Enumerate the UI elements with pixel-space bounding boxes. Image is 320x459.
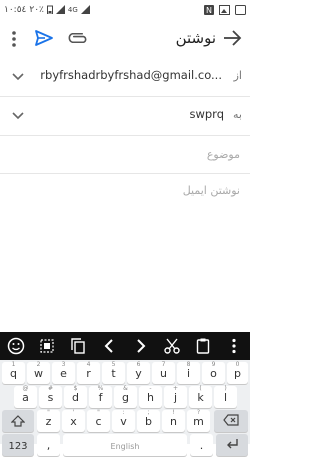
clock: ١٠:٥٤ [4,4,27,15]
backspace-icon [223,414,239,426]
copy-icon[interactable] [68,336,88,356]
key-p[interactable]: 0p [227,361,248,384]
to-input[interactable]: swprq [189,107,224,121]
enter-icon [225,438,239,450]
comma-key[interactable]: , [37,434,60,456]
from-row: rbyfrshadrbyfrshad@gmail.co... از [0,57,250,97]
key-l[interactable]: ) l [214,385,237,408]
from-label: از [233,69,242,82]
key-f[interactable]: % f [89,385,112,408]
key-q[interactable]: 1q [2,361,25,384]
signal-icon [55,5,65,14]
subject-placeholder: موضوع [206,148,240,161]
to-label: به [233,108,242,121]
more-vert-icon[interactable] [224,336,244,356]
status-left: ١٠:٥٤ ٢٠٪ 4G [4,5,90,15]
key-m[interactable]: ? m [187,409,210,432]
attach-icon[interactable] [68,28,88,48]
key-n[interactable]: ! n [162,409,185,432]
key-e[interactable]: 3e [52,361,75,384]
more-vert-icon[interactable] [6,29,22,49]
status-right: N [204,4,246,15]
keyboard-row-2: @ a # s $ d % f & g -h + j (k ) l [0,385,250,410]
paste-icon[interactable] [193,336,213,356]
key-k[interactable]: (k [189,385,212,408]
chevron-down-icon[interactable] [10,108,26,124]
key-s[interactable]: # s [39,385,62,408]
app-bar: نوشتن [0,19,250,59]
subject-field[interactable]: موضوع [0,136,250,174]
keyboard-row-1: 1q 2w 3e 4r 5t 6y 7u 8i 9o 0p [0,361,250,386]
keyboard-row-3: " z ' x " c :v ; b ! n ? m [0,409,250,434]
key-y[interactable]: 6y [127,361,150,384]
cast-icon [235,4,246,15]
cursor-right-icon[interactable] [131,336,151,356]
from-address[interactable]: rbyfrshadrbyfrshad@gmail.co... [40,68,222,82]
send-icon[interactable] [34,28,54,48]
signal-icon-2 [80,5,90,14]
to-row: swprq به [0,96,250,136]
chevron-down-icon[interactable] [10,69,26,85]
back-arrow-icon[interactable] [222,28,242,48]
battery-icon [46,5,53,14]
keyboard-toolbar [0,332,250,360]
svg-text:N: N [206,6,212,15]
key-c[interactable]: " c [87,409,110,432]
notification-icon: N [204,4,214,15]
symbols-key[interactable]: 123 [2,434,34,456]
emoji-icon[interactable] [6,336,26,356]
status-bar: ١٠:٥٤ ٢٠٪ 4G N [0,0,250,19]
key-i[interactable]: 8i [177,361,200,384]
key-u[interactable]: 7u [152,361,175,384]
key-a[interactable]: @ a [14,385,37,408]
enter-key[interactable] [216,434,248,456]
key-b[interactable]: ; b [137,409,160,432]
network-type: 4G [67,5,78,14]
body-placeholder[interactable]: نوشتن ایمیل [183,184,240,197]
key-z[interactable]: " z [37,409,60,432]
key-t[interactable]: 5t [102,361,125,384]
keyboard-row-4: 123 , English . [0,434,250,456]
key-w[interactable]: 2w [27,361,50,384]
key-x[interactable]: ' x [62,409,85,432]
key-g[interactable]: & g [114,385,137,408]
key-d[interactable]: $ d [64,385,87,408]
key-o[interactable]: 9o [202,361,225,384]
period-key[interactable]: . [190,434,213,456]
battery-percent: ٢٠٪ [29,4,44,15]
keyboard: 1q 2w 3e 4r 5t 6y 7u 8i 9o 0p @ a # s $ d %… [0,360,250,456]
shift-key[interactable] [2,410,34,432]
cursor-left-icon[interactable] [99,336,119,356]
key-h[interactable]: -h [139,385,162,408]
key-v[interactable]: :v [112,409,135,432]
key-r[interactable]: 4r [77,361,100,384]
shift-icon [11,414,25,428]
space-bar[interactable]: English [63,434,187,456]
image-icon [219,4,230,15]
page-title: نوشتن [175,29,216,47]
select-all-icon[interactable] [37,336,57,356]
key-j[interactable]: + j [164,385,187,408]
backspace-key[interactable] [214,410,248,432]
cut-icon[interactable] [162,336,182,356]
